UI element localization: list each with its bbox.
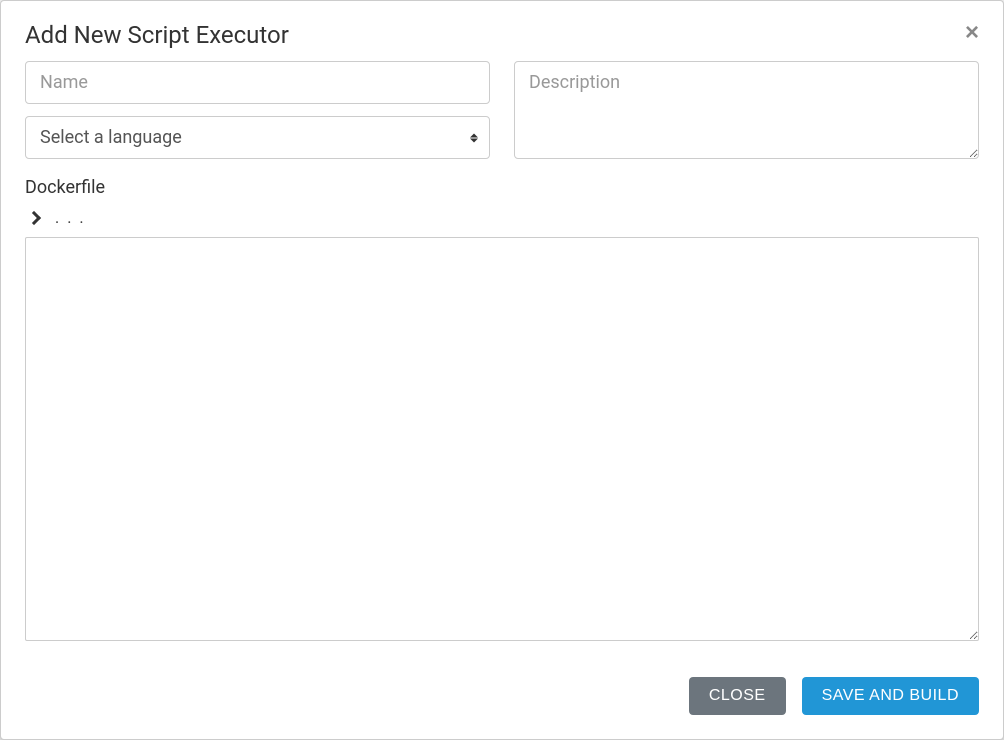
dockerfile-label: Dockerfile — [25, 177, 979, 198]
modal-footer: CLOSE SAVE AND BUILD — [1, 657, 1003, 739]
name-input[interactable] — [25, 61, 490, 104]
form-col-left: Select a language — [25, 61, 490, 159]
language-select-wrapper: Select a language — [25, 116, 490, 159]
description-textarea[interactable] — [514, 61, 979, 159]
modal-title: Add New Script Executor — [25, 21, 289, 49]
save-and-build-button[interactable]: SAVE AND BUILD — [802, 677, 979, 715]
form-row-top: Select a language — [25, 61, 979, 159]
close-icon-button[interactable]: × — [965, 21, 979, 45]
modal-header: Add New Script Executor × — [1, 1, 1003, 61]
add-script-executor-modal: Add New Script Executor × Select a langu… — [0, 0, 1004, 740]
modal-body: Select a language Dockerfile . . . — [1, 61, 1003, 657]
dockerfile-editor[interactable] — [25, 237, 979, 641]
form-col-right — [514, 61, 979, 159]
dockerfile-section: Dockerfile . . . — [25, 177, 979, 641]
language-select[interactable]: Select a language — [25, 116, 490, 159]
chevron-right-icon — [27, 210, 41, 224]
dockerfile-preview-toggle[interactable]: . . . — [25, 204, 979, 237]
dockerfile-ellipsis: . . . — [55, 208, 86, 227]
close-button[interactable]: CLOSE — [689, 677, 786, 715]
